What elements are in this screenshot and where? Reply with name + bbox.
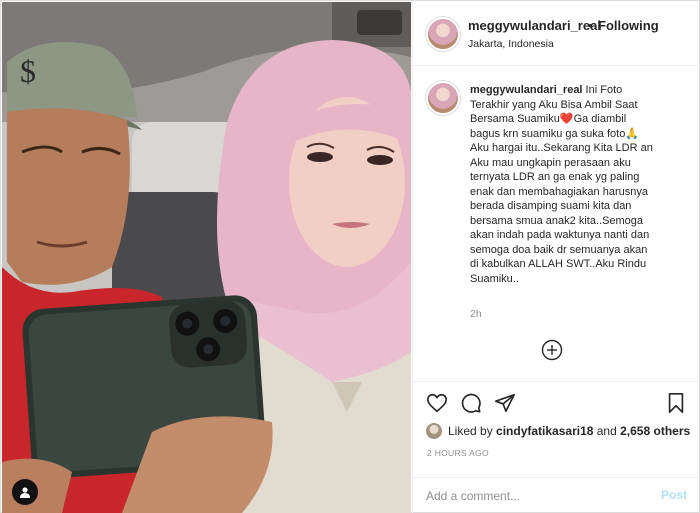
action-bar: Liked by cindyfatikasari18 and 2,658 oth… (413, 381, 700, 477)
post-date[interactable]: 2 HOURS AGO (427, 448, 489, 458)
comment-input[interactable] (426, 486, 646, 506)
caption-line: di kabulkan ALLAH SWT..Aku Rindu (470, 258, 647, 270)
share-icon[interactable] (494, 392, 516, 414)
likes-others[interactable]: 2,658 others (620, 424, 690, 438)
post-location[interactable]: Jakarta, Indonesia (468, 38, 554, 50)
likes-prefix: Liked by (448, 424, 497, 438)
heart-icon[interactable] (426, 392, 448, 414)
caption-line: berada disamping suami kita dan (470, 200, 632, 212)
comment-icon[interactable] (460, 392, 482, 414)
liker-avatar[interactable] (426, 423, 442, 439)
comment-box: Post (413, 477, 700, 513)
caption-username[interactable]: meggywulandari_real (470, 84, 583, 96)
user-tag-icon[interactable] (12, 479, 38, 505)
caption-line: Suamiku.. (470, 272, 519, 285)
following-button[interactable]: Following (598, 18, 659, 33)
caption-line: Aku mau ungkapin perasaan aku (470, 156, 631, 169)
caption-line: bersama smua anak2 kita..Semoga (470, 214, 644, 227)
plus-circle-icon[interactable] (541, 339, 563, 361)
post-photo[interactable]: $ (2, 2, 411, 513)
separator-dot: • (588, 18, 593, 33)
caption-line: semoga doa baik dr semuanya akan (470, 243, 648, 256)
likes-text: Liked by cindyfatikasari18 and 2,658 oth… (448, 424, 690, 438)
liker-username[interactable]: cindyfatikasari18 (496, 424, 593, 438)
post-image: $ (2, 2, 411, 513)
caption-line: ternyata LDR an ga enak yg paling (470, 171, 640, 183)
caption-line: Ini Foto (582, 84, 623, 96)
author-avatar[interactable] (426, 17, 460, 51)
caption-text: meggywulandari_real Ini Foto Terakhir ya… (470, 83, 692, 286)
caption-section: meggywulandari_real Ini Foto Terakhir ya… (413, 67, 700, 381)
bookmark-icon[interactable] (665, 392, 687, 414)
caption-line: Aku hargai itu..Sekarang Kita LDR an (470, 142, 653, 154)
caption-author-avatar[interactable] (426, 81, 460, 115)
author-username[interactable]: meggywulandari_real (468, 18, 601, 33)
post-comment-button[interactable]: Post (661, 488, 687, 502)
likes-row: Liked by cindyfatikasari18 and 2,658 oth… (426, 422, 690, 440)
caption-line: enak dan membahagiakan harusnya (470, 185, 648, 198)
caption-line: bagus krn suamiku ga suka foto🙏 (470, 127, 640, 140)
likes-middle: and (593, 424, 621, 438)
post-header: meggywulandari_real • Following Jakarta,… (413, 2, 700, 66)
post-side-panel: meggywulandari_real • Following Jakarta,… (412, 2, 700, 513)
caption-line: Terakhir yang Aku Bisa Ambil Saat (470, 98, 638, 111)
caption-line: akan indah pada waktunya nanti dan (470, 229, 650, 241)
caption-time-ago: 2h (470, 308, 482, 320)
svg-text:$: $ (20, 53, 36, 89)
post-dialog: $ meggywulandari_real • Following Jakart… (0, 0, 700, 513)
caption-line: Bersama Suamiku❤️Ga diambil (470, 113, 627, 125)
